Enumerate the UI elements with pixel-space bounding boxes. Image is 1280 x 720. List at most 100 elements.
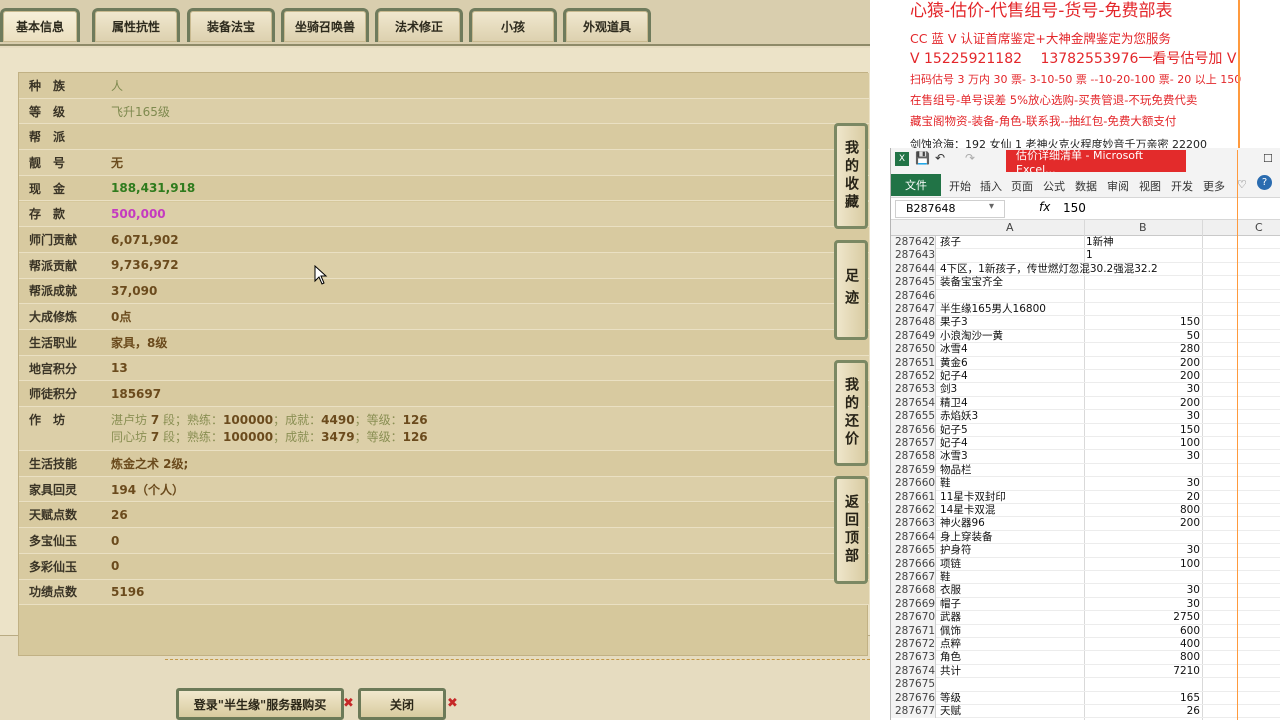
favorites-button[interactable]: 我的收藏: [834, 123, 868, 229]
undo-icon[interactable]: ↶: [935, 151, 945, 165]
row-number[interactable]: 287672: [891, 638, 936, 652]
row-number[interactable]: 287648: [891, 316, 936, 330]
cell-b[interactable]: 200: [1084, 370, 1200, 383]
row-number[interactable]: 287646: [891, 289, 936, 303]
cell-a[interactable]: 剑3: [940, 383, 1084, 396]
tab-mounts-pets[interactable]: 坐骑召唤兽: [281, 8, 369, 42]
row-number[interactable]: 287668: [891, 584, 936, 598]
cell-a[interactable]: 小浪淘沙一黄: [940, 330, 1084, 343]
cell-a[interactable]: 鞋: [940, 477, 1084, 490]
ribbon-tab-view[interactable]: 视图: [1139, 178, 1161, 194]
chevron-down-icon[interactable]: ▾: [989, 201, 994, 212]
row-number[interactable]: 287654: [891, 396, 936, 411]
cell-a[interactable]: 物品栏: [940, 464, 1084, 477]
row-number[interactable]: 287667: [891, 571, 936, 585]
cell-a[interactable]: 鞋: [940, 571, 1084, 584]
redo-icon[interactable]: ↷: [965, 151, 975, 165]
row-number[interactable]: 287662: [891, 504, 936, 518]
ribbon-tab-developer[interactable]: 开发: [1171, 178, 1193, 194]
cell-b[interactable]: 800: [1084, 651, 1200, 664]
cell-b[interactable]: 7210: [1084, 665, 1200, 678]
row-number[interactable]: 287664: [891, 530, 936, 545]
row-number[interactable]: 287657: [891, 437, 936, 451]
row-number[interactable]: 287645: [891, 276, 936, 290]
cell-b[interactable]: 30: [1084, 450, 1200, 463]
cell-b[interactable]: 100: [1084, 558, 1200, 571]
row-number[interactable]: 287656: [891, 423, 936, 437]
cell-a[interactable]: 精卫4: [940, 397, 1084, 410]
row-number[interactable]: 287666: [891, 557, 936, 571]
cell-b[interactable]: 400: [1084, 638, 1200, 651]
cell-a[interactable]: 神火器96: [940, 517, 1084, 530]
ribbon-tab-page[interactable]: 页面: [1011, 178, 1033, 194]
cell-b[interactable]: 30: [1084, 584, 1200, 597]
cell-a[interactable]: 孩子: [940, 236, 1084, 249]
fx-icon[interactable]: fx: [1039, 200, 1050, 214]
cell-a[interactable]: 14星卡双混: [940, 504, 1084, 517]
cell-a[interactable]: 天赋: [940, 705, 1084, 718]
row-number[interactable]: 287642: [891, 236, 936, 250]
cell-a[interactable]: 果子3: [940, 316, 1084, 329]
cell-a[interactable]: 4下区，1新孩子，传世燃灯忽混30.2强混32.2: [940, 263, 1158, 276]
ribbon-tab-home[interactable]: 开始: [949, 178, 971, 194]
cell-a[interactable]: 共计: [940, 665, 1084, 678]
cell-a[interactable]: 黄金6: [940, 357, 1084, 370]
sheet-grid[interactable]: 287642 孩子 1新神 287643 1 287644 4下区，1新孩子，传世燃灯忽混3…: [891, 236, 1280, 720]
row-number[interactable]: 287652: [891, 370, 936, 384]
cell-a[interactable]: 冰雪4: [940, 343, 1084, 356]
row-number[interactable]: 287644: [891, 262, 936, 277]
cell-b[interactable]: 100: [1084, 437, 1200, 450]
row-number[interactable]: 287676: [891, 691, 936, 705]
formula-value[interactable]: 150: [1063, 201, 1086, 215]
ribbon-tab-data[interactable]: 数据: [1075, 178, 1097, 194]
cell-b[interactable]: 30: [1084, 410, 1200, 423]
cell-b[interactable]: 800: [1084, 504, 1200, 517]
row-number[interactable]: 287665: [891, 544, 936, 558]
cell-b[interactable]: 165: [1084, 692, 1200, 705]
cell-a[interactable]: 项链: [940, 558, 1084, 571]
back-to-top-button[interactable]: 返回顶部: [834, 476, 868, 584]
cell-b[interactable]: 30: [1084, 477, 1200, 490]
cell-b[interactable]: 50: [1084, 330, 1200, 343]
cell-a[interactable]: 等级: [940, 692, 1084, 705]
footprint-button[interactable]: 足迹: [834, 240, 868, 340]
cell-b[interactable]: 150: [1084, 424, 1200, 437]
ribbon-tab-more[interactable]: 更多: [1203, 178, 1225, 194]
row-number[interactable]: 287658: [891, 450, 936, 464]
ribbon-tab-insert[interactable]: 插入: [980, 178, 1002, 194]
buy-on-server-button[interactable]: 登录"半生缘"服务器购买: [176, 688, 344, 720]
save-icon[interactable]: 💾: [915, 151, 930, 165]
cell-b[interactable]: 26: [1084, 705, 1200, 718]
cell-a[interactable]: 角色: [940, 651, 1084, 664]
ribbon-collapse-icon[interactable]: ♡: [1237, 178, 1247, 191]
cell-b[interactable]: 30: [1084, 598, 1200, 611]
cell-a[interactable]: 冰雪3: [940, 450, 1084, 463]
row-number[interactable]: 287655: [891, 410, 936, 424]
row-number[interactable]: 287643: [891, 249, 936, 263]
cell-a[interactable]: 11星卡双封印: [940, 491, 1084, 504]
tab-appearance[interactable]: 外观道具: [563, 8, 651, 42]
cell-b[interactable]: 150: [1084, 316, 1200, 329]
cell-a[interactable]: 帽子: [940, 598, 1084, 611]
cell-a[interactable]: 佩饰: [940, 625, 1084, 638]
cell-a[interactable]: 装备宝宝齐全: [940, 276, 1084, 289]
row-number[interactable]: 287653: [891, 383, 936, 397]
cell-b[interactable]: 30: [1084, 544, 1200, 557]
help-icon[interactable]: ?: [1257, 175, 1272, 190]
tab-attributes[interactable]: 属性抗性: [92, 8, 180, 42]
tab-child[interactable]: 小孩: [469, 8, 557, 42]
row-number[interactable]: 287651: [891, 356, 936, 370]
ribbon-tab-formula[interactable]: 公式: [1043, 178, 1065, 194]
row-number[interactable]: 287674: [891, 664, 936, 679]
cell-a[interactable]: 妃子5: [940, 424, 1084, 437]
column-header-c[interactable]: C: [1255, 221, 1263, 234]
row-number[interactable]: 287673: [891, 651, 936, 665]
cell-a[interactable]: 身上穿装备: [940, 531, 1084, 544]
row-number[interactable]: 287659: [891, 463, 936, 478]
row-number[interactable]: 287661: [891, 490, 936, 504]
file-tab[interactable]: 文件: [891, 174, 941, 196]
row-number[interactable]: 287663: [891, 517, 936, 531]
cell-b[interactable]: 1新神: [1084, 236, 1200, 249]
cell-b[interactable]: 20: [1084, 491, 1200, 504]
column-header-a[interactable]: A: [1006, 221, 1014, 234]
